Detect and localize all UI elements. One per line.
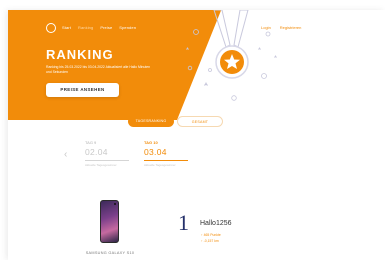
nav-item-ranking[interactable]: Ranking xyxy=(78,25,93,30)
day-label: TAG 10 xyxy=(144,140,158,145)
day-underline xyxy=(85,160,129,161)
page-title: RANKING xyxy=(46,47,114,62)
prize-phone-image xyxy=(100,200,119,243)
chevron-left-icon[interactable]: ‹ xyxy=(64,149,67,160)
day-item-active[interactable]: TAG 10 03.04 Aktuelle Tagesgewinner xyxy=(144,140,216,167)
tab-daily-ranking[interactable]: TAGESRANKING xyxy=(128,116,174,127)
rank-number: 1 xyxy=(178,210,189,235)
hero-banner: Start Ranking Preise Spenden RANKING Ran… xyxy=(8,10,385,120)
day-note: Aktuelle Tagesgewinner xyxy=(144,162,176,167)
nav-item-start[interactable]: Start xyxy=(62,25,71,30)
day-date: 03.04 xyxy=(144,147,167,157)
medal-illustration-icon xyxy=(186,10,277,101)
main-nav: Start Ranking Preise Spenden xyxy=(62,25,136,30)
leader-stats: ↑ 465 Punkte ↑ -0,157 km xyxy=(201,232,221,244)
logo-icon[interactable] xyxy=(46,23,56,33)
nav-item-spenden[interactable]: Spenden xyxy=(119,25,136,30)
leader-distance: ↑ -0,157 km xyxy=(201,239,219,243)
page-subtitle: Ranking bis 25.03.2022 bis 03.04.2022 Ak… xyxy=(46,65,151,74)
day-underline xyxy=(144,160,188,161)
nav-item-preise[interactable]: Preise xyxy=(100,25,112,30)
prize-product-name: SAMSUNG GALAXY S10 xyxy=(85,251,135,255)
camera-icon xyxy=(114,203,116,205)
leader-username: Hallo1256 xyxy=(200,220,232,227)
view-prizes-button[interactable]: PREISE ANSEHEN xyxy=(46,83,119,97)
tab-total-ranking[interactable]: GESAMT xyxy=(177,116,223,127)
ranking-tabs: TAGESRANKING GESAMT xyxy=(128,116,223,127)
